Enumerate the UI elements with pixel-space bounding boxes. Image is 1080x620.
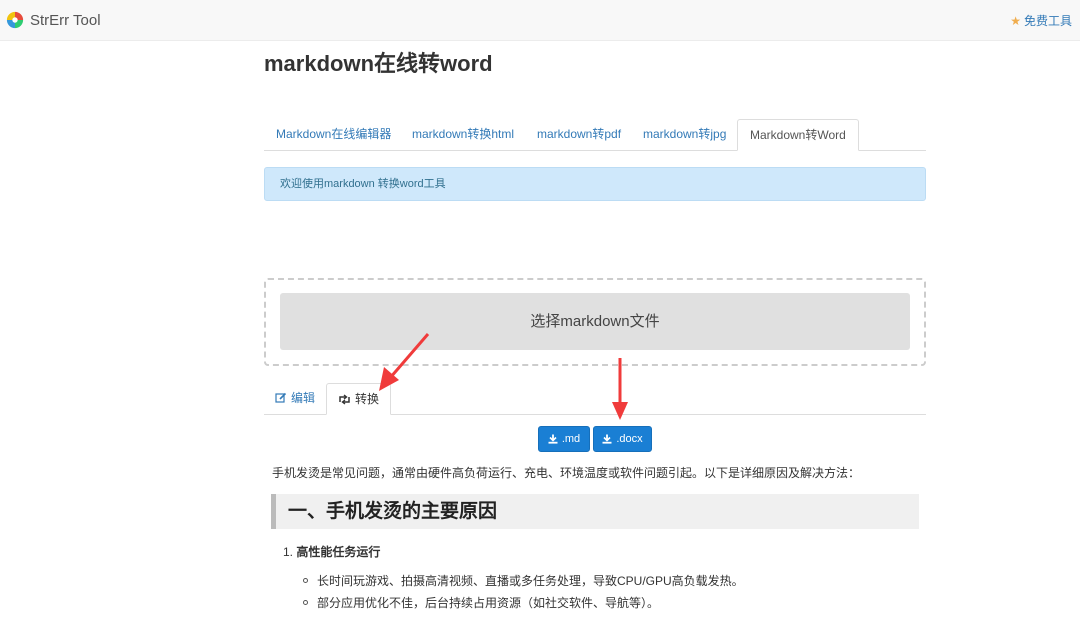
tab-edit-label: 编辑 (291, 391, 316, 405)
download-icon (548, 434, 558, 444)
ordered-list-item: 1. 高性能任务运行 (283, 543, 380, 560)
tab-markdown-to-word[interactable]: Markdown转Word (737, 119, 859, 151)
free-tools-link[interactable]: ★ 免费工具 (1010, 12, 1072, 29)
content-heading: 一、手机发烫的主要原因 (271, 494, 919, 529)
page-title: markdown在线转word (264, 51, 493, 76)
tab-markdown-editor[interactable]: Markdown在线编辑器 (264, 119, 403, 149)
tab-markdown-to-jpg[interactable]: markdown转jpg (631, 119, 738, 149)
bullet-text: 部分应用优化不佳，后台持续占用资源（如社交软件、导航等）。 (317, 596, 660, 610)
upload-dropzone[interactable]: 选择markdown文件 (264, 278, 926, 366)
tab-edit[interactable]: 编辑 (264, 383, 326, 413)
list-item: 长时间玩游戏、拍摄高清视频、直播或多任务处理，导致CPU/GPU高负载发热。 (303, 572, 744, 589)
tab-markdown-to-html[interactable]: markdown转换html (400, 119, 526, 149)
retweet-icon (338, 393, 351, 405)
download-md-label: .md (561, 433, 581, 445)
free-tools-label: 免费工具 (1023, 14, 1072, 28)
brand-link[interactable]: StrErr Tool (6, 10, 101, 30)
list-item: 部分应用优化不佳，后台持续占用资源（如社交软件、导航等）。 (303, 594, 659, 611)
tab-convert[interactable]: 转换 (326, 383, 392, 415)
bullet-text: 长时间玩游戏、拍摄高清视频、直播或多任务处理，导致CPU/GPU高负载发热。 (317, 574, 744, 588)
list-number: 1. (283, 545, 294, 559)
edit-icon (275, 392, 287, 404)
brand-name: StrErr Tool (30, 11, 101, 29)
download-docx-label: .docx (616, 433, 643, 445)
download-docx-button[interactable]: .docx (593, 426, 652, 452)
bullet-marker (303, 600, 308, 605)
list-item-title: 高性能任务运行 (296, 545, 381, 559)
pinwheel-logo-icon (6, 11, 24, 29)
top-navbar: StrErr Tool ★ 免费工具 (0, 0, 1080, 41)
intro-paragraph: 手机发烫是常见问题，通常由硬件高负荷运行、充电、环境温度或软件问题引起。以下是详… (272, 466, 861, 480)
star-icon: ★ (1010, 13, 1021, 28)
converter-tabs: Markdown在线编辑器 markdown转换html markdown转pd… (264, 119, 926, 151)
select-file-button[interactable]: 选择markdown文件 (280, 293, 910, 350)
editor-tabs: 编辑 转换 (264, 383, 926, 415)
tab-convert-label: 转换 (355, 392, 380, 406)
download-icon (602, 434, 612, 444)
tab-markdown-to-pdf[interactable]: markdown转pdf (525, 119, 633, 149)
info-alert: 欢迎使用markdown 转换word工具 (264, 167, 926, 201)
download-md-button[interactable]: .md (538, 426, 590, 452)
bullet-marker (303, 578, 308, 583)
